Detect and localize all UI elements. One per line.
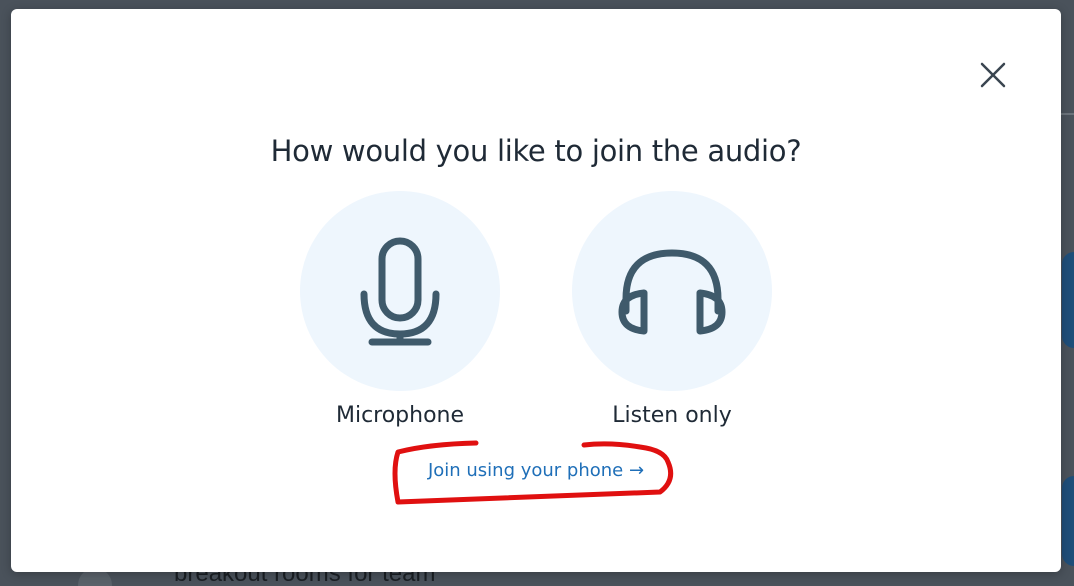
- audio-join-dialog: How would you like to join the audio? Mi…: [11, 9, 1061, 572]
- background-tile: [1062, 252, 1074, 348]
- join-by-phone-link[interactable]: Join using your phone →: [11, 460, 1061, 481]
- microphone-icon-circle: [300, 191, 500, 391]
- listen-only-option[interactable]: Listen only: [552, 191, 792, 441]
- microphone-icon: [360, 237, 440, 346]
- headphones-icon-circle: [572, 191, 772, 391]
- close-icon: [980, 62, 1006, 88]
- microphone-option[interactable]: Microphone: [280, 191, 520, 441]
- listen-only-label: Listen only: [612, 403, 732, 428]
- microphone-label: Microphone: [335, 403, 465, 428]
- dialog-title: How would you like to join the audio?: [270, 134, 802, 168]
- close-button[interactable]: [973, 55, 1013, 95]
- background-tile: [1062, 476, 1074, 566]
- headphones-icon: [618, 249, 726, 335]
